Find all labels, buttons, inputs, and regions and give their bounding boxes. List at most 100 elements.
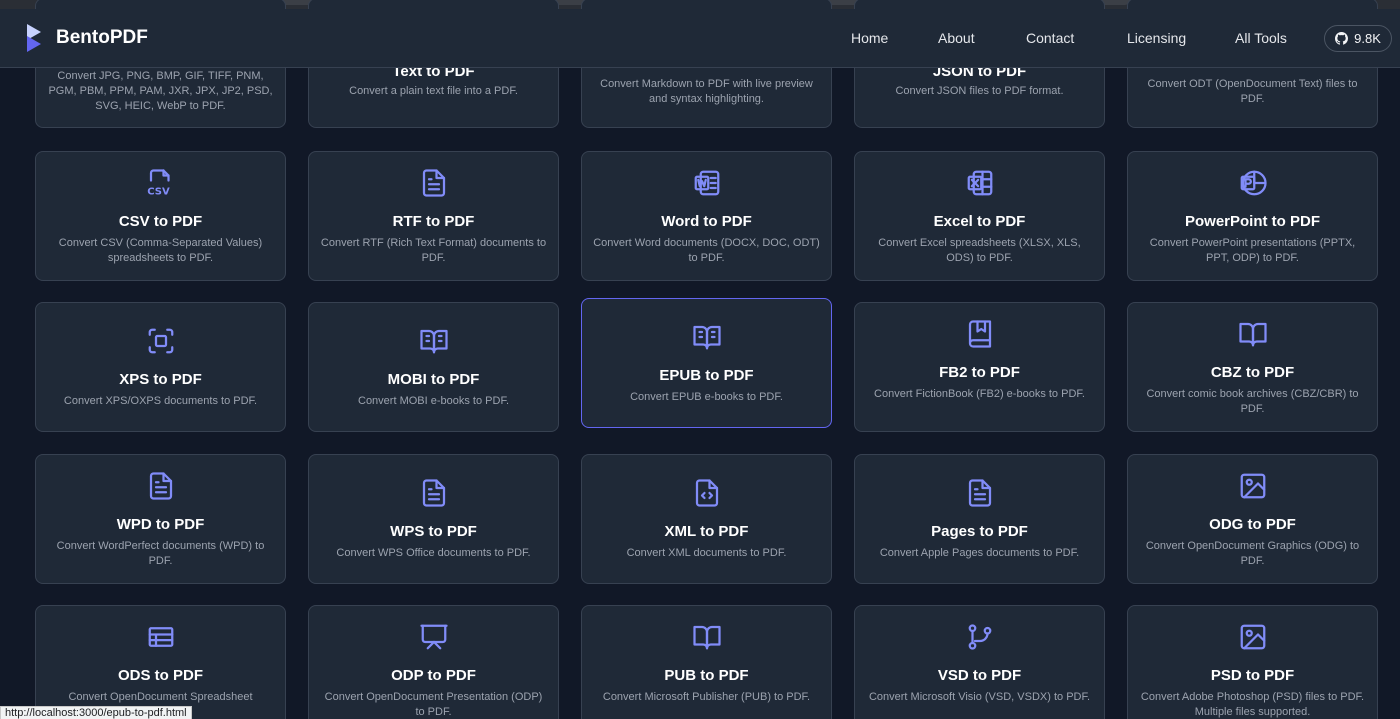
tool-title: ODS to PDF <box>118 667 203 684</box>
tools-grid: Convert JPG, PNG, BMP, GIF, TIFF, PNM, P… <box>0 0 1400 719</box>
tool-desc: Convert JSON files to PDF format. <box>895 85 1064 97</box>
tool-desc: Convert JPG, PNG, BMP, GIF, TIFF, PNM, P… <box>48 70 273 112</box>
tool-desc: Convert Microsoft Publisher (PUB) to PDF… <box>602 691 811 703</box>
nav-link-contact[interactable]: Contact <box>1026 30 1074 46</box>
tool-card-vsd-to-pdf[interactable]: VSD to PDF Convert Microsoft Visio (VSD,… <box>854 605 1105 719</box>
tool-title: Word to PDF <box>661 213 752 230</box>
tool-card-cbz-to-pdf[interactable]: CBZ to PDF Convert comic book archives (… <box>1127 302 1378 432</box>
github-stars-button[interactable]: 9.8K <box>1324 25 1392 52</box>
book-open-text-icon <box>692 325 721 350</box>
tool-title: Pages to PDF <box>931 523 1028 540</box>
tool-desc: Convert FictionBook (FB2) e-books to PDF… <box>874 388 1085 400</box>
tool-desc: Convert Markdown to PDF with live previe… <box>600 78 813 105</box>
tool-card-powerpoint-to-pdf[interactable]: PowerPoint to PDF Convert PowerPoint pre… <box>1127 151 1378 281</box>
github-stars-count: 9.8K <box>1354 31 1381 46</box>
tool-card-wps-to-pdf[interactable]: WPS to PDF Convert WPS Office documents … <box>308 454 559 584</box>
nav-link-licensing[interactable]: Licensing <box>1127 30 1186 46</box>
tool-desc: Convert Apple Pages documents to PDF. <box>879 547 1080 559</box>
book-open-icon <box>692 625 721 650</box>
tool-card-psd-to-pdf[interactable]: PSD to PDF Convert Adobe Photoshop (PSD)… <box>1127 605 1378 719</box>
word-icon <box>694 170 719 196</box>
brand-name: BentoPDF <box>56 27 148 48</box>
tool-desc: Convert CSV (Comma-Separated Values) spr… <box>58 237 263 264</box>
tool-title: EPUB to PDF <box>659 367 754 384</box>
tool-desc: Convert Word documents (DOCX, DOC, ODT) … <box>593 237 820 264</box>
tool-title: WPD to PDF <box>116 516 205 533</box>
scan-icon <box>148 328 173 354</box>
tool-card-odg-to-pdf[interactable]: ODG to PDF Convert OpenDocument Graphics… <box>1127 454 1378 584</box>
tool-title: XPS to PDF <box>119 371 202 388</box>
tool-desc: Convert EPUB e-books to PDF. <box>630 391 783 403</box>
tool-card-pages-to-pdf[interactable]: Pages to PDF Convert Apple Pages documen… <box>854 454 1105 584</box>
tool-card-ods-to-pdf[interactable]: ODS to PDF Convert OpenDocument Spreadsh… <box>35 605 286 719</box>
tool-card-xps-to-pdf[interactable]: XPS to PDF Convert XPS/OXPS documents to… <box>35 302 286 432</box>
excel-icon <box>967 170 992 196</box>
tool-desc: Convert OpenDocument Spreadsheet <box>68 691 253 703</box>
book-open-text-icon <box>419 329 448 354</box>
tool-desc: Convert Adobe Photoshop (PSD) files to P… <box>1140 691 1365 718</box>
tool-title: Excel to PDF <box>933 213 1026 230</box>
presentation-icon <box>419 624 448 650</box>
image-icon <box>1240 624 1265 650</box>
tool-desc: Convert Excel spreadsheets (XLSX, XLS, O… <box>878 237 1081 264</box>
file-text-icon <box>968 479 991 507</box>
tool-title: RTF to PDF <box>392 213 475 230</box>
tool-desc: Convert PowerPoint presentations (PPTX, … <box>1149 237 1356 264</box>
tool-card-epub-to-pdf[interactable]: EPUB to PDF Convert EPUB e-books to PDF. <box>581 298 832 428</box>
tool-title: FB2 to PDF <box>939 364 1020 381</box>
powerpoint-icon <box>1240 170 1267 196</box>
tool-title: PUB to PDF <box>664 667 749 684</box>
tool-desc: Convert comic book archives (CBZ/CBR) to… <box>1146 388 1359 415</box>
tool-desc: Convert Microsoft Visio (VSD, VSDX) to P… <box>868 691 1091 703</box>
brand-logo-link[interactable]: BentoPDF <box>24 23 148 53</box>
nav-link-all-tools[interactable]: All Tools <box>1235 30 1287 46</box>
tool-title: CBZ to PDF <box>1210 364 1295 381</box>
git-branch-icon <box>968 624 991 650</box>
tool-desc: Convert WordPerfect documents (WPD) to P… <box>56 540 265 567</box>
bento-logo-icon <box>27 24 41 52</box>
tool-card-odp-to-pdf[interactable]: ODP to PDF Convert OpenDocument Presenta… <box>308 605 559 719</box>
tool-title: PSD to PDF <box>1210 667 1295 684</box>
tool-title: WPS to PDF <box>390 523 477 540</box>
nav-link-home[interactable]: Home <box>851 30 888 46</box>
file-text-icon <box>149 472 172 500</box>
tool-desc: Convert ODT (OpenDocument Text) files to… <box>1147 78 1358 105</box>
tool-card-excel-to-pdf[interactable]: Excel to PDF Convert Excel spreadsheets … <box>854 151 1105 281</box>
tool-title: ODG to PDF <box>1209 516 1296 533</box>
top-navbar: BentoPDF Home About Contact Licensing Al… <box>0 9 1400 68</box>
tool-desc: Convert WPS Office documents to PDF. <box>336 547 531 559</box>
tool-card-pub-to-pdf[interactable]: PUB to PDF Convert Microsoft Publisher (… <box>581 605 832 719</box>
table-icon <box>148 627 173 647</box>
svg-text:CSV: CSV <box>147 186 170 197</box>
status-bar-url: http://localhost:3000/epub-to-pdf.html <box>0 706 192 719</box>
tool-desc: Convert MOBI e-books to PDF. <box>358 395 509 407</box>
tool-card-word-to-pdf[interactable]: Word to PDF Convert Word documents (DOCX… <box>581 151 832 281</box>
csv-file-icon: CSV <box>147 169 170 197</box>
tool-title: VSD to PDF <box>937 667 1022 684</box>
tool-card-csv-to-pdf[interactable]: CSV CSV to PDF Convert CSV (Comma-Separa… <box>35 151 286 281</box>
github-icon <box>1335 32 1349 45</box>
image-icon <box>1240 473 1265 499</box>
tool-desc: Convert OpenDocument Presentation (ODP) … <box>324 691 543 718</box>
tool-title: PowerPoint to PDF <box>1185 213 1320 230</box>
tool-title: MOBI to PDF <box>387 371 480 388</box>
tool-desc: Convert OpenDocument Graphics (ODG) to P… <box>1145 540 1360 567</box>
tool-card-wpd-to-pdf[interactable]: WPD to PDF Convert WordPerfect documents… <box>35 454 286 584</box>
file-text-icon <box>422 479 445 507</box>
tool-card-fb2-to-pdf[interactable]: FB2 to PDF Convert FictionBook (FB2) e-b… <box>854 302 1105 432</box>
file-code-icon <box>695 479 718 507</box>
tool-title: CSV to PDF <box>118 213 203 230</box>
file-text-icon <box>422 169 445 197</box>
book-marked-icon <box>968 320 991 348</box>
tool-desc: Convert a plain text file into a PDF. <box>349 85 518 97</box>
book-open-icon <box>1238 322 1267 347</box>
tool-card-rtf-to-pdf[interactable]: RTF to PDF Convert RTF (Rich Text Format… <box>308 151 559 281</box>
tool-title: ODP to PDF <box>391 667 476 684</box>
nav-link-about[interactable]: About <box>938 30 975 46</box>
tool-desc: Convert RTF (Rich Text Format) documents… <box>320 237 547 264</box>
tool-desc: Convert XPS/OXPS documents to PDF. <box>63 395 258 407</box>
tool-card-mobi-to-pdf[interactable]: MOBI to PDF Convert MOBI e-books to PDF. <box>308 302 559 432</box>
tool-title: XML to PDF <box>664 523 749 540</box>
tool-card-xml-to-pdf[interactable]: XML to PDF Convert XML documents to PDF. <box>581 454 832 584</box>
tool-desc: Convert XML documents to PDF. <box>626 547 787 559</box>
